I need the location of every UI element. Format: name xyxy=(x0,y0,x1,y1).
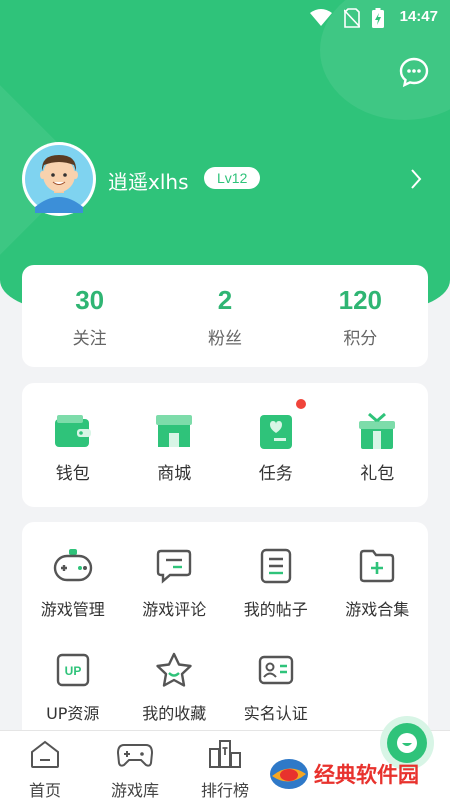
gamepad-icon xyxy=(116,744,154,767)
battery-charging-icon xyxy=(372,8,384,28)
chevron-right-icon xyxy=(411,169,422,189)
profile-row[interactable]: 逍遥xlhs Lv12 xyxy=(22,142,432,218)
ranking-icon xyxy=(209,740,241,768)
id-card-icon xyxy=(258,655,293,685)
avatar[interactable] xyxy=(22,142,96,216)
quick-wallet[interactable]: 钱包 xyxy=(22,383,124,507)
gamepad-icon xyxy=(53,549,92,582)
watermark-logo-icon xyxy=(270,759,308,789)
stat-label: 关注 xyxy=(72,329,107,349)
chat-bubble-icon xyxy=(399,57,429,88)
stat-value: 30 xyxy=(75,285,105,315)
status-bar: 14:47 xyxy=(0,0,450,36)
tab-label: 游戏库 xyxy=(110,781,159,800)
tool-game-manage[interactable]: 游戏管理 xyxy=(22,546,124,650)
avatar-image xyxy=(25,145,93,213)
up-icon: UP xyxy=(56,653,89,687)
quick-actions-card: 钱包 商城 任务 礼包 xyxy=(22,383,428,507)
wallet-icon xyxy=(54,415,91,447)
quick-task[interactable]: 任务 xyxy=(225,383,327,507)
wifi-icon xyxy=(310,9,332,26)
level-badge: Lv12 xyxy=(204,167,261,189)
post-icon xyxy=(260,548,291,584)
tool-label: 游戏合集 xyxy=(345,600,410,619)
stat-fans[interactable]: 2 粉丝 xyxy=(157,265,292,367)
stat-points[interactable]: 120 积分 xyxy=(293,265,428,367)
quick-label: 任务 xyxy=(258,464,293,484)
comment-icon xyxy=(157,549,192,584)
tool-my-posts[interactable]: 我的帖子 xyxy=(225,546,327,650)
tool-game-comment[interactable]: 游戏评论 xyxy=(124,546,226,650)
no-sim-icon xyxy=(344,8,360,28)
notification-dot xyxy=(296,399,306,409)
tab-label: 排行榜 xyxy=(200,781,249,800)
status-icons xyxy=(310,8,384,28)
tab-home[interactable]: 首页 xyxy=(0,731,90,800)
tool-label: 实名认证 xyxy=(243,704,308,723)
tab-game-library[interactable]: 游戏库 xyxy=(90,731,180,800)
tool-label: 游戏评论 xyxy=(142,600,207,619)
watermark: 经典软件园 xyxy=(268,752,446,796)
tool-label: 游戏管理 xyxy=(40,600,105,619)
tab-label: 首页 xyxy=(28,781,61,800)
gift-icon xyxy=(359,412,396,449)
quick-label: 商城 xyxy=(157,464,192,484)
home-icon xyxy=(31,740,59,768)
stat-value: 120 xyxy=(338,285,383,315)
tool-label: UP资源 xyxy=(46,704,100,723)
tab-ranking[interactable]: 排行榜 xyxy=(180,731,270,800)
folder-add-icon xyxy=(360,549,395,583)
stats-card: 30 关注 2 粉丝 120 积分 xyxy=(22,265,428,367)
stat-label: 粉丝 xyxy=(207,329,242,349)
stat-value: 2 xyxy=(217,285,233,315)
quick-gift[interactable]: 礼包 xyxy=(327,383,429,507)
tool-game-collection[interactable]: 游戏合集 xyxy=(327,546,429,650)
tool-label: 我的帖子 xyxy=(243,600,308,619)
stat-following[interactable]: 30 关注 xyxy=(22,265,157,367)
quick-shop[interactable]: 商城 xyxy=(124,383,226,507)
quick-label: 钱包 xyxy=(55,464,90,484)
tools-card: 游戏管理 游戏评论 我的帖子 游戏合集 UP UP资源 我的收藏 实名认证 xyxy=(22,522,428,762)
shop-icon xyxy=(156,415,193,447)
tool-label: 我的收藏 xyxy=(142,704,207,723)
quick-label: 礼包 xyxy=(360,464,395,484)
star-icon xyxy=(156,652,192,687)
svg-text:UP: UP xyxy=(64,664,81,678)
message-button[interactable] xyxy=(398,56,430,88)
task-icon xyxy=(259,415,292,449)
stat-label: 积分 xyxy=(343,329,378,349)
watermark-text: 经典软件园 xyxy=(314,763,419,787)
username: 逍遥xlhs xyxy=(108,170,189,194)
status-time: 14:47 xyxy=(399,8,438,25)
